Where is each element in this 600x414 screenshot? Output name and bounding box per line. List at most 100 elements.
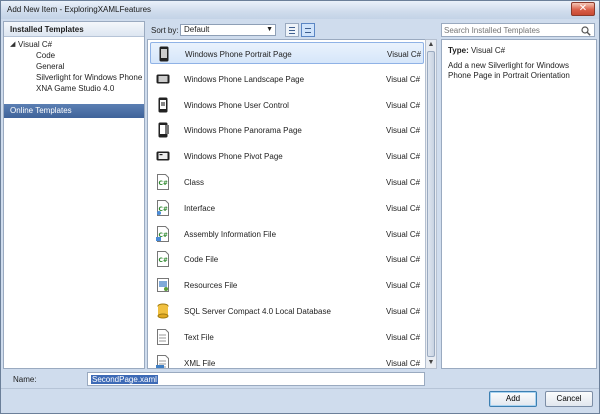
template-item[interactable]: Text File Visual C# bbox=[150, 326, 424, 348]
type-label: Type: bbox=[448, 46, 469, 55]
panorama-icon bbox=[156, 122, 170, 138]
template-item-name: SQL Server Compact 4.0 Local Database bbox=[184, 307, 331, 316]
template-categories-pane: Installed Templates ◢ Visual C# Code Genera… bbox=[3, 21, 145, 369]
template-item[interactable]: SQL Server Compact 4.0 Local Database Vis… bbox=[150, 300, 424, 322]
tree-item-label: General bbox=[36, 62, 65, 71]
name-label: Name: bbox=[13, 375, 37, 384]
svg-text:C#: C# bbox=[159, 257, 168, 264]
footer-divider bbox=[1, 388, 599, 389]
template-list: Windows Phone Portrait Page Visual C# Wind… bbox=[147, 39, 435, 369]
text-file-icon bbox=[156, 328, 170, 345]
pivot-icon bbox=[156, 148, 170, 164]
sort-dropdown[interactable]: Default ▼ bbox=[180, 24, 276, 36]
template-item[interactable]: C# Code File Visual C# bbox=[150, 248, 424, 270]
template-item-language: Visual C# bbox=[386, 74, 421, 84]
template-item-name: Windows Phone Landscape Page bbox=[184, 74, 305, 84]
template-item-language: Visual C# bbox=[386, 281, 421, 291]
scroll-down-arrow-icon[interactable]: ▼ bbox=[426, 358, 436, 368]
add-button[interactable]: Add bbox=[489, 391, 537, 407]
template-item-name: XML File bbox=[184, 358, 216, 368]
sort-value: Default bbox=[184, 25, 210, 34]
template-item[interactable]: Windows Phone Pivot Page Visual C# bbox=[150, 145, 424, 167]
close-button[interactable]: ✕ bbox=[571, 2, 595, 16]
scroll-thumb[interactable] bbox=[427, 51, 435, 357]
template-item-language: Visual C# bbox=[386, 307, 421, 316]
tree-item[interactable]: ◢ Visual C# bbox=[4, 39, 144, 50]
template-item[interactable]: Windows Phone Landscape Page Visual C# bbox=[150, 68, 424, 90]
template-details-pane: Type: Visual C# Add a new Silverlight fo… bbox=[441, 39, 597, 369]
template-item[interactable]: C# Class Visual C# bbox=[150, 171, 424, 193]
tree-item[interactable]: Code bbox=[4, 50, 144, 61]
category-tree: ◢ Visual C# Code General Silverlight for Win… bbox=[4, 39, 144, 94]
type-line: Type: Visual C# bbox=[448, 46, 505, 55]
template-item-language: Visual C# bbox=[386, 152, 421, 162]
template-item[interactable]: Windows Phone User Control Visual C# bbox=[150, 94, 424, 116]
tree-item[interactable]: XNA Game Studio 4.0 bbox=[4, 83, 144, 94]
template-item-language: Visual C# bbox=[386, 178, 421, 187]
installed-templates-label: Installed Templates bbox=[10, 25, 84, 34]
name-field[interactable]: SecondPage.xaml bbox=[87, 372, 425, 386]
template-item[interactable]: C# Assembly Information File Visual C# bbox=[150, 223, 424, 245]
tree-item-label: Code bbox=[36, 51, 56, 60]
tree-item[interactable]: General bbox=[4, 61, 144, 72]
online-templates-label: Online Templates bbox=[10, 106, 72, 115]
tree-item[interactable]: Silverlight for Windows Phone bbox=[4, 72, 144, 83]
template-item-name: Assembly Information File bbox=[184, 229, 277, 239]
tree-item-label: Silverlight for Windows Phone bbox=[36, 73, 143, 82]
title-bar[interactable]: Add New Item - ExploringXAMLFeatures ✕ bbox=[1, 1, 599, 19]
template-item-name: Windows Phone Panorama Page bbox=[184, 126, 302, 136]
sort-label: Sort by: bbox=[151, 26, 179, 35]
template-item-language: Visual C# bbox=[386, 203, 421, 213]
type-value: Visual C# bbox=[470, 46, 506, 55]
template-item-language: Visual C# bbox=[386, 229, 421, 239]
resources-icon bbox=[156, 277, 170, 293]
template-item-language: Visual C# bbox=[386, 358, 421, 368]
window-title: Add New Item - ExploringXAMLFeatures bbox=[7, 5, 152, 14]
template-item-language: Visual C# bbox=[386, 100, 421, 110]
template-item-name: Interface bbox=[184, 203, 216, 213]
phone-portrait-icon bbox=[157, 46, 171, 62]
installed-templates-header[interactable]: Installed Templates bbox=[4, 22, 144, 37]
template-item-name: Code File bbox=[184, 255, 219, 265]
sort-toolbar: Sort by: Default ▼ bbox=[147, 21, 437, 38]
tree-item-label: Visual C# bbox=[18, 40, 53, 49]
template-item-name: Windows Phone Pivot Page bbox=[184, 152, 283, 162]
template-description: Add a new Silverlight for Windows Phone … bbox=[448, 61, 570, 80]
template-item-language: Visual C# bbox=[386, 255, 421, 265]
template-item[interactable]: C# Interface Visual C# bbox=[150, 197, 424, 219]
phone-landscape-icon bbox=[156, 71, 170, 87]
search-box[interactable] bbox=[441, 23, 595, 37]
template-item-name: Text File bbox=[184, 332, 214, 342]
template-item-name: Windows Phone Portrait Page bbox=[185, 50, 292, 59]
online-templates-item[interactable]: Online Templates bbox=[4, 104, 144, 118]
csharp-file-icon: C# bbox=[156, 225, 170, 242]
template-item-name: Windows Phone User Control bbox=[184, 100, 289, 110]
scroll-up-arrow-icon[interactable]: ▲ bbox=[426, 40, 436, 50]
template-item-name: Resources File bbox=[184, 281, 238, 291]
template-item[interactable]: Windows Phone Panorama Page Visual C# bbox=[150, 119, 424, 141]
template-item[interactable]: Windows Phone Portrait Page Visual C# bbox=[150, 42, 424, 64]
template-item-language: Visual C# bbox=[386, 332, 421, 342]
add-new-item-dialog: Add New Item - ExploringXAMLFeatures ✕ I… bbox=[0, 0, 600, 414]
search-input[interactable] bbox=[444, 25, 574, 35]
template-item-language: Visual C# bbox=[387, 50, 422, 59]
svg-text:C#: C# bbox=[159, 180, 168, 187]
database-icon bbox=[156, 303, 170, 319]
template-item-language: Visual C# bbox=[386, 126, 421, 136]
user-control-icon bbox=[156, 97, 170, 113]
xml-file-icon bbox=[156, 354, 170, 368]
csharp-interface-icon: C# bbox=[156, 199, 170, 216]
template-item[interactable]: XML File Visual C# bbox=[150, 352, 424, 368]
expand-arrow-icon[interactable]: ◢ bbox=[10, 39, 15, 50]
csharp-class-icon: C# bbox=[156, 174, 170, 190]
search-icon[interactable] bbox=[581, 26, 591, 36]
template-list-scrollbar[interactable]: ▲ ▼ bbox=[425, 39, 437, 369]
chevron-down-icon: ▼ bbox=[266, 26, 273, 33]
small-icons-view-button[interactable] bbox=[285, 23, 299, 37]
medium-icons-view-button[interactable] bbox=[301, 23, 315, 37]
cancel-button[interactable]: Cancel bbox=[545, 391, 593, 407]
csharp-code-icon: C# bbox=[156, 251, 170, 268]
name-value[interactable]: SecondPage.xaml bbox=[91, 375, 158, 384]
template-item-name: Class bbox=[184, 178, 205, 187]
template-item[interactable]: Resources File Visual C# bbox=[150, 274, 424, 296]
